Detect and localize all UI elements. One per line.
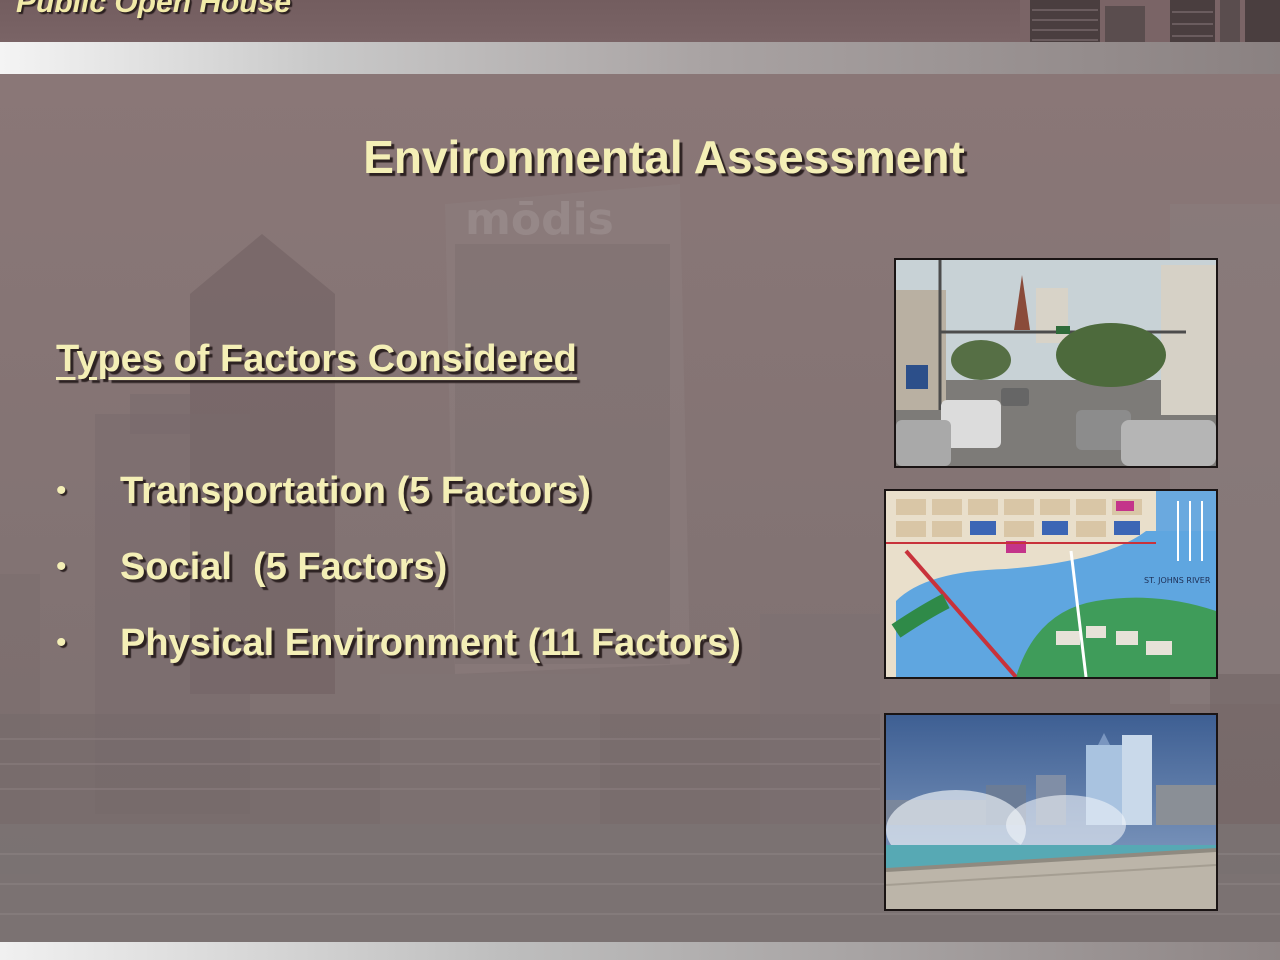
header-divider — [0, 42, 1280, 74]
bullet-marker: • — [56, 550, 67, 583]
downtown-map-image: ST. JOHNS RIVER — [884, 489, 1218, 679]
fountain-skyline-photo-icon — [886, 715, 1216, 909]
header-title: Public Open House — [16, 0, 292, 19]
section-heading: Types of Factors Considered — [56, 338, 577, 380]
fountain-skyline-photo — [884, 713, 1218, 911]
downtown-map-image-icon: ST. JOHNS RIVER — [886, 491, 1216, 677]
bullet-marker: • — [56, 626, 67, 659]
footer-divider — [0, 942, 1280, 960]
bullet-marker: • — [56, 474, 67, 507]
header-band: Public Open House — [0, 0, 1280, 60]
slide-title: Environmental Assessment — [363, 131, 965, 183]
street-scene-photo-icon — [896, 260, 1216, 466]
map-river-label: ST. JOHNS RIVER — [1144, 576, 1211, 585]
slide: mōdis Public Open House Environmental As… — [0, 0, 1280, 960]
watermark-building-sign: mōdis — [465, 194, 614, 245]
bullet-text: Physical Environment (11 Factors) — [120, 622, 741, 664]
bullet-text: Social (5 Factors) — [120, 546, 448, 588]
street-scene-photo — [894, 258, 1218, 468]
bullet-text: Transportation (5 Factors) — [120, 470, 591, 512]
